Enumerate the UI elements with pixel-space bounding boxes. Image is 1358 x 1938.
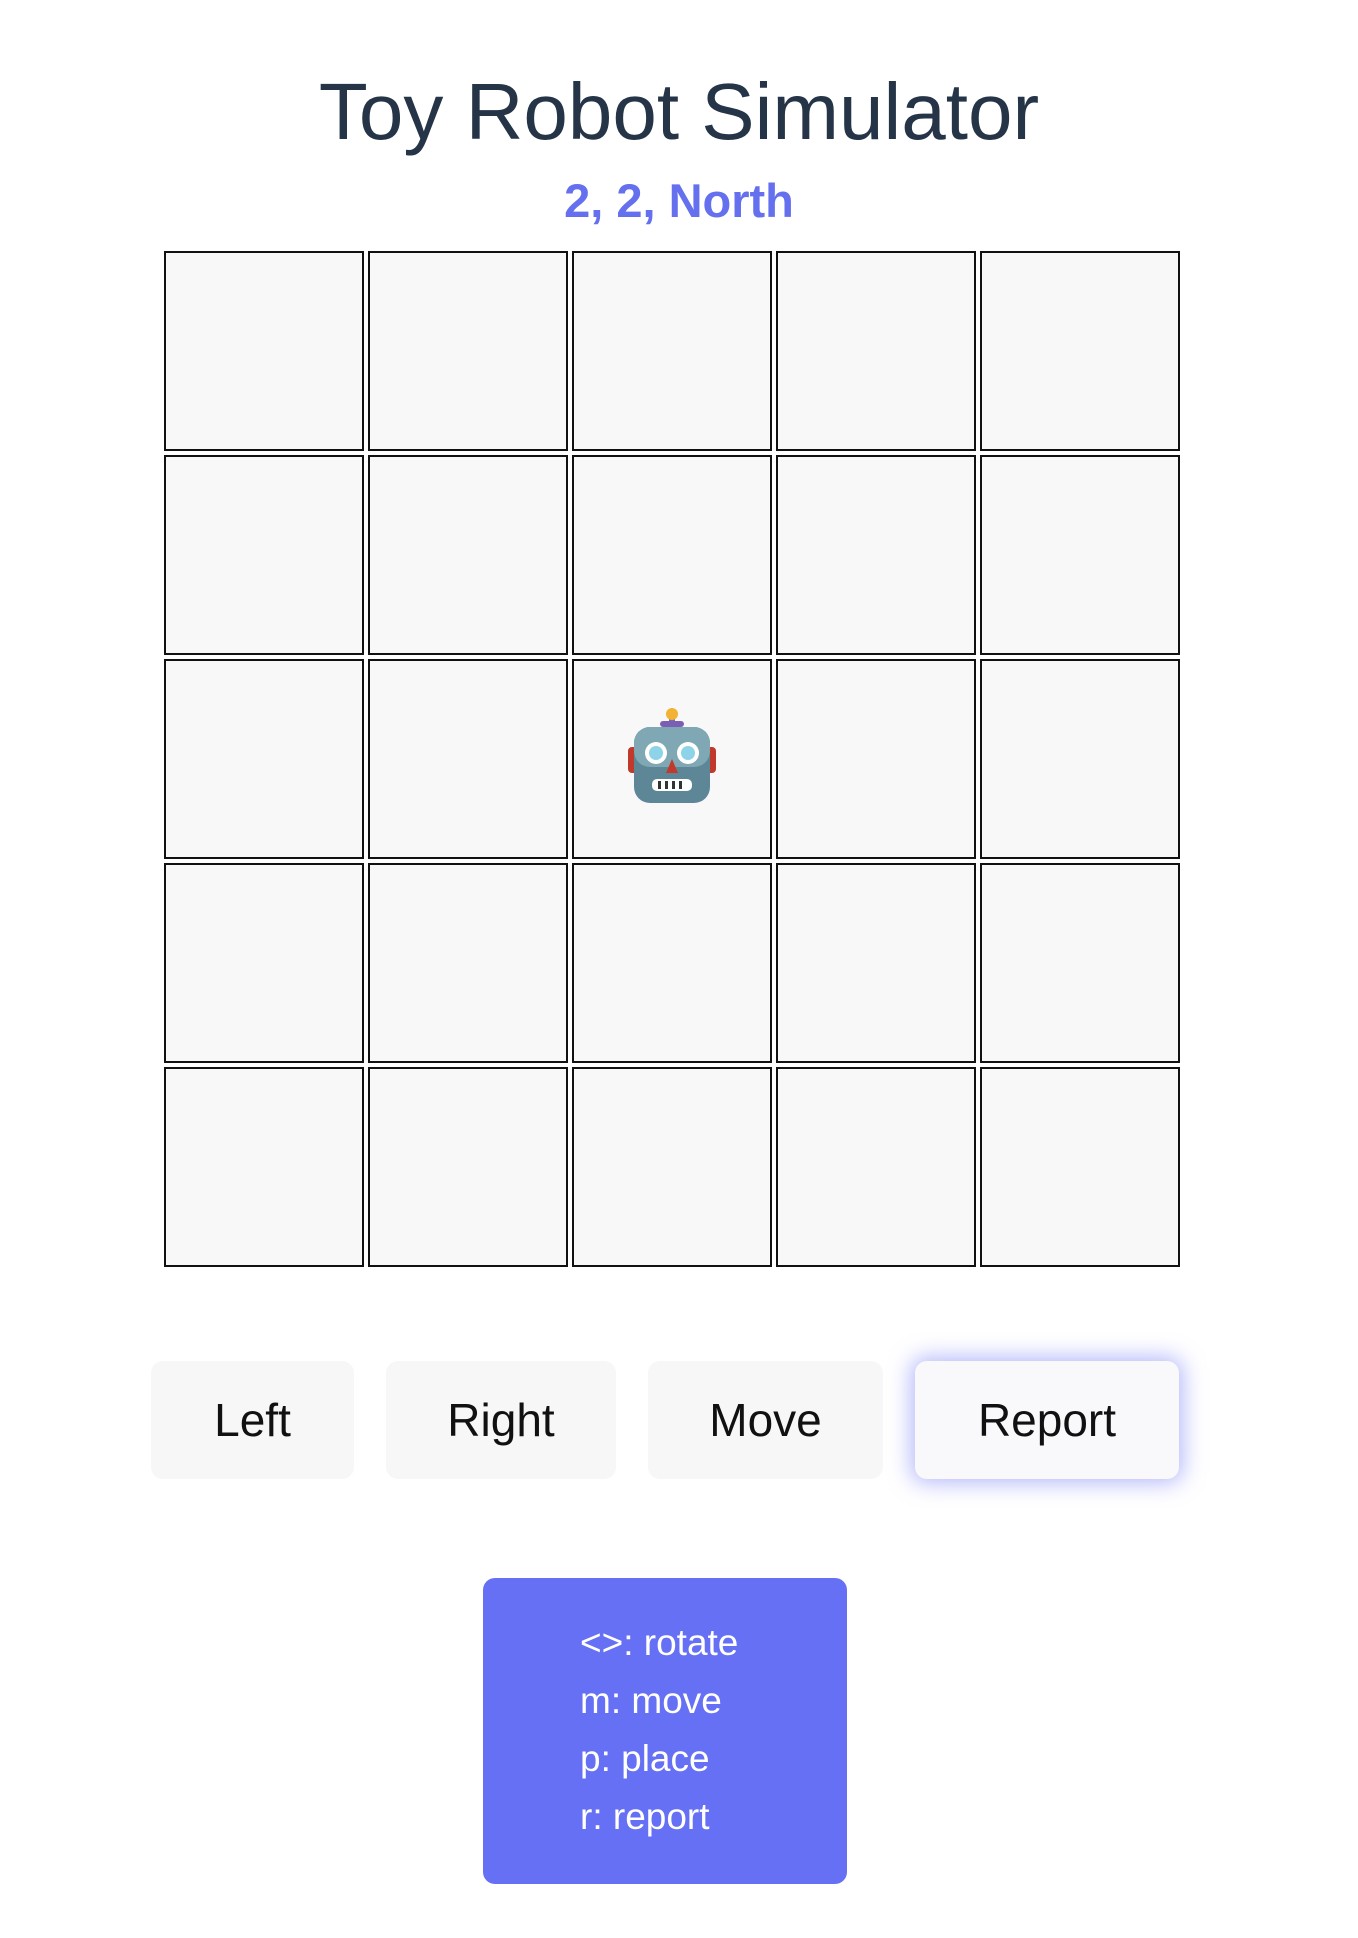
board-cell-2-2[interactable] [572,659,772,859]
board-cell-0-3[interactable] [164,455,364,655]
board-cell-3-0[interactable] [776,1067,976,1267]
board-cell-3-1[interactable] [776,863,976,1063]
board-cell-1-1[interactable] [368,863,568,1063]
board-cell-0-4[interactable] [164,251,364,451]
board-cell-4-0[interactable] [980,1067,1180,1267]
board-cell-0-0[interactable] [164,1067,364,1267]
board-cell-2-0[interactable] [572,1067,772,1267]
report-button[interactable]: Report [915,1361,1179,1479]
board-cell-1-2[interactable] [368,659,568,859]
board-cell-4-2[interactable] [980,659,1180,859]
board-cell-3-4[interactable] [776,251,976,451]
board-cell-4-4[interactable] [980,251,1180,451]
robot-status-readout: 2, 2, North [564,174,794,227]
move-button[interactable]: Move [648,1361,883,1479]
board-cell-2-4[interactable] [572,251,772,451]
help-line-move: m: move [580,1680,722,1721]
keyboard-help-panel: <>: rotate m: move p: place r: report [483,1578,847,1884]
help-line-report: r: report [580,1796,710,1837]
help-line-place: p: place [580,1738,710,1779]
right-button[interactable]: Right [386,1361,616,1479]
board-cell-2-1[interactable] [572,863,772,1063]
board-cell-3-2[interactable] [776,659,976,859]
board-cell-0-1[interactable] [164,863,364,1063]
page-title: Toy Robot Simulator [318,67,1040,156]
board-grid [164,251,1180,1267]
board-cell-2-3[interactable] [572,455,772,655]
board-cell-1-4[interactable] [368,251,568,451]
board-cell-4-1[interactable] [980,863,1180,1063]
board-cell-1-0[interactable] [368,1067,568,1267]
board-cell-4-3[interactable] [980,455,1180,655]
robot-face-icon [622,707,722,812]
board-cell-0-2[interactable] [164,659,364,859]
board-cell-3-3[interactable] [776,455,976,655]
board-cell-1-3[interactable] [368,455,568,655]
help-line-rotate: <>: rotate [580,1622,739,1663]
left-button[interactable]: Left [151,1361,354,1479]
control-buttons: Left Right Move Report [0,1361,1358,1479]
